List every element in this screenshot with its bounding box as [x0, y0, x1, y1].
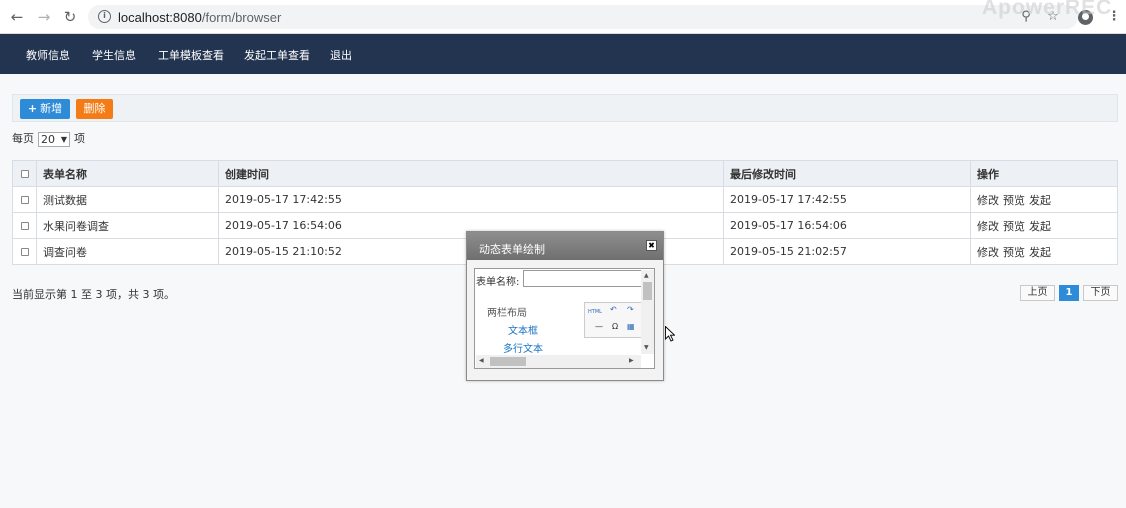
page-1-button[interactable]: 1: [1059, 285, 1079, 301]
page-size-control: 每页 20 ▼ 项: [12, 130, 85, 147]
nav-item-teacher-info[interactable]: 教师信息: [26, 47, 70, 63]
row-select-cell: [12, 238, 37, 265]
row-checkbox[interactable]: [20, 248, 29, 256]
url-host: localhost:8080: [118, 10, 202, 25]
dialog-content-pane: 表单名称: 两栏布局 文本框 多行文本 HTML ↶ ↷ — Ω ▦ ▲ ▼ ◀…: [474, 268, 655, 369]
redo-icon[interactable]: ↷: [627, 305, 634, 315]
form-name-cell: 调查问卷: [36, 238, 219, 265]
form-name-cell: 水果问卷调查: [36, 212, 219, 239]
html-source-icon[interactable]: HTML: [588, 307, 602, 317]
form-name-input[interactable]: [523, 270, 645, 287]
modified-cell: 2019-05-17 16:54:06: [723, 212, 971, 239]
delete-button[interactable]: 删除: [76, 99, 113, 119]
recorder-watermark: ApowerREC: [982, 0, 1113, 19]
dialog-title: 动态表单绘制: [479, 243, 545, 256]
header-created[interactable]: 创建时间: [218, 160, 724, 187]
vertical-scrollbar[interactable]: ▲ ▼: [641, 270, 654, 354]
table-header-row: 表单名称 创建时间 最后修改时间 操作: [12, 160, 1118, 187]
row-select-cell: [12, 212, 37, 239]
preview-link[interactable]: 预览: [1003, 246, 1025, 259]
modified-cell: 2019-05-15 21:02:57: [723, 238, 971, 265]
preview-link[interactable]: 预览: [1003, 220, 1025, 233]
url-path: /form/browser: [201, 10, 282, 25]
textarea-link[interactable]: 多行文本: [503, 340, 543, 355]
reload-icon[interactable]: ↻: [62, 9, 78, 25]
scroll-left-icon[interactable]: ◀: [479, 357, 484, 364]
image-icon[interactable]: ▦: [627, 322, 635, 332]
edit-link[interactable]: 修改: [977, 194, 999, 207]
row-select-cell: [12, 186, 37, 213]
modified-cell: 2019-05-17 17:42:55: [723, 186, 971, 213]
plus-icon: +: [27, 102, 38, 115]
browser-toolbar: ← → ↻ i localhost:8080/form/browser ⚲ ☆ …: [0, 0, 1126, 34]
form-name-cell: 测试数据: [36, 186, 219, 213]
row-checkbox[interactable]: [20, 196, 29, 204]
special-char-icon[interactable]: Ω: [612, 322, 618, 332]
top-navigation: 教师信息 学生信息 工单模板查看 发起工单查看 退出: [0, 34, 1126, 74]
row-checkbox[interactable]: [20, 222, 29, 230]
actions-cell: 修改 预览 发起: [970, 186, 1118, 213]
back-arrow-icon[interactable]: ←: [9, 9, 25, 25]
select-all-checkbox[interactable]: [20, 170, 29, 178]
form-designer-dialog: 动态表单绘制 ✖ 表单名称: 两栏布局 文本框 多行文本 HTML ↶ ↷ — …: [466, 231, 664, 381]
action-toolbar: + 新增 删除: [12, 94, 1118, 122]
info-icon[interactable]: i: [98, 10, 111, 23]
dropdown-arrow-icon: ▼: [60, 134, 67, 144]
page-size-suffix: 项: [74, 132, 85, 145]
next-page-button[interactable]: 下页: [1083, 285, 1118, 301]
launch-link[interactable]: 发起: [1029, 194, 1051, 207]
dialog-title-bar[interactable]: 动态表单绘制 ✖: [467, 232, 663, 260]
url-text[interactable]: localhost:8080/form/browser: [118, 10, 281, 25]
vertical-scroll-thumb[interactable]: [643, 282, 652, 300]
editor-toolbar: HTML ↶ ↷ — Ω ▦: [584, 302, 642, 338]
horizontal-rule-icon[interactable]: —: [595, 322, 603, 332]
page-size-value: 20: [41, 132, 55, 146]
add-button-label: 新增: [40, 102, 63, 115]
prev-page-button[interactable]: 上页: [1020, 285, 1055, 301]
add-button[interactable]: + 新增: [20, 99, 70, 119]
select-all-cell: [12, 160, 37, 187]
scroll-right-icon[interactable]: ▶: [629, 357, 634, 364]
nav-item-student-info[interactable]: 学生信息: [92, 47, 136, 63]
two-column-layout-label: 两栏布局: [487, 308, 527, 319]
nav-item-logout[interactable]: 退出: [330, 47, 352, 63]
header-form-name[interactable]: 表单名称: [36, 160, 219, 187]
page-size-select[interactable]: 20 ▼: [38, 131, 70, 147]
actions-cell: 修改 预览 发起: [970, 212, 1118, 239]
header-modified[interactable]: 最后修改时间: [723, 160, 971, 187]
header-actions: 操作: [970, 160, 1118, 187]
table-status-text: 当前显示第 1 至 3 项，共 3 项。: [12, 288, 175, 301]
created-cell: 2019-05-17 17:42:55: [218, 186, 724, 213]
nav-item-ticket-templates[interactable]: 工单模板查看: [158, 47, 224, 63]
undo-icon[interactable]: ↶: [610, 305, 617, 315]
page-size-prefix: 每页: [12, 132, 34, 145]
actions-cell: 修改 预览 发起: [970, 238, 1118, 265]
textbox-link[interactable]: 文本框: [508, 322, 538, 337]
horizontal-scroll-thumb[interactable]: [490, 357, 526, 366]
close-icon[interactable]: ✖: [646, 240, 657, 251]
preview-link[interactable]: 预览: [1003, 194, 1025, 207]
launch-link[interactable]: 发起: [1029, 220, 1051, 233]
scroll-up-icon[interactable]: ▲: [644, 272, 649, 279]
form-name-label: 表单名称:: [476, 277, 520, 288]
edit-link[interactable]: 修改: [977, 246, 999, 259]
table-row: 测试数据 2019-05-17 17:42:55 2019-05-17 17:4…: [12, 186, 1118, 213]
scroll-down-icon[interactable]: ▼: [644, 344, 649, 351]
edit-link[interactable]: 修改: [977, 220, 999, 233]
mouse-cursor-icon: [665, 326, 675, 342]
nav-item-issued-tickets[interactable]: 发起工单查看: [244, 47, 310, 63]
launch-link[interactable]: 发起: [1029, 246, 1051, 259]
horizontal-scrollbar[interactable]: ◀ ▶: [476, 355, 641, 368]
forward-arrow-icon[interactable]: →: [36, 9, 52, 25]
